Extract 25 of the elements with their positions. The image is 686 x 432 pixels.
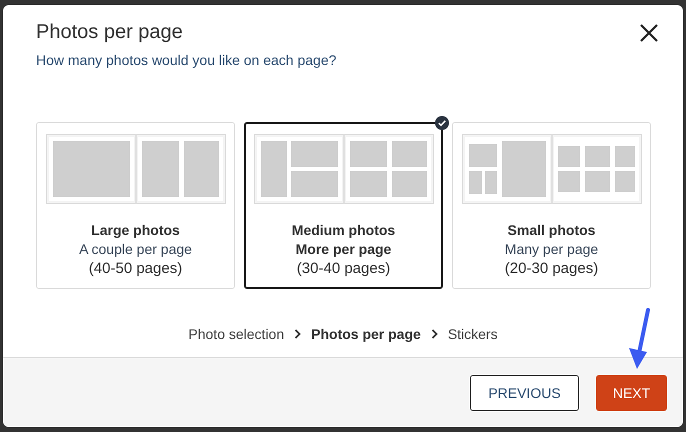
dialog-subtitle: How many photos would you like on each page? [36, 52, 336, 68]
option-subtitle: Many per page [504, 241, 598, 257]
option-card[interactable]: Small photos Many per page (20-30 pages) [452, 122, 651, 289]
option-card[interactable]: Medium photos More per page (30-40 pages) [244, 122, 443, 289]
chevron-icon [294, 329, 302, 339]
breadcrumb-step: Photo selection [188, 326, 284, 342]
page-range: (40-50 pages) [88, 260, 182, 277]
option-subtitle: More per page [296, 241, 392, 257]
close-icon [639, 23, 659, 43]
option-card[interactable]: Large photos A couple per page (40-50 pages) [36, 122, 235, 289]
close-button[interactable] [639, 23, 659, 43]
previous-button[interactable]: PREVIOUS [470, 374, 579, 410]
arrow-icon [626, 308, 652, 370]
check-icon [435, 116, 449, 130]
next-button[interactable]: NEXT [596, 374, 667, 410]
option-title: Small photos [508, 222, 596, 238]
option-title: Large photos [91, 222, 180, 238]
dialog-title: Photos per page [36, 21, 184, 44]
page-range: (30-40 pages) [296, 260, 390, 277]
chevron-icon [430, 329, 438, 339]
option-subtitle: A couple per page [79, 241, 192, 257]
breadcrumb-step: Stickers [448, 326, 498, 342]
page-range: (20-30 pages) [504, 260, 598, 277]
breadcrumb-step: Photos per page [311, 326, 421, 342]
option-title: Medium photos [292, 222, 396, 238]
